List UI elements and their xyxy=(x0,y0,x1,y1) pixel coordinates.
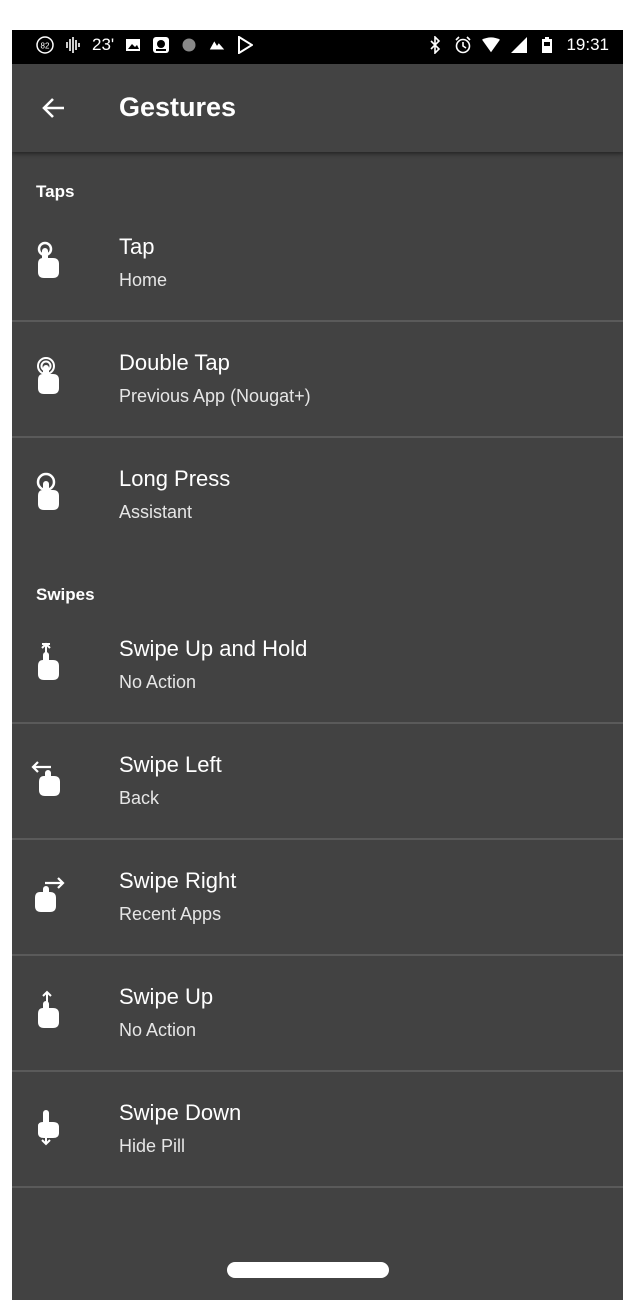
image-icon xyxy=(124,35,142,55)
gesture-item-swipe-up[interactable]: Swipe Up No Action xyxy=(12,956,623,1070)
phone-screen: 82 23' 19:31 Gestures Taps Tap Home Doub… xyxy=(12,30,623,1300)
tap-gesture-icon xyxy=(26,238,70,282)
gesture-action: No Action xyxy=(119,672,197,692)
section-header-swipes: Swipes xyxy=(36,585,95,604)
alarm-icon xyxy=(454,35,472,55)
app-icon xyxy=(152,35,170,55)
gesture-action: No Action xyxy=(119,1020,197,1040)
gesture-title: Swipe Right xyxy=(119,868,237,893)
gesture-item-swipe-left[interactable]: Swipe Left Back xyxy=(12,724,623,838)
status-bar: 82 23' 19:31 xyxy=(12,30,623,64)
arrow-back-icon xyxy=(42,98,64,118)
gesture-title: Tap xyxy=(119,234,155,259)
swipe-right-gesture-icon xyxy=(26,872,70,916)
swipe-up-gesture-icon xyxy=(26,988,70,1032)
double-tap-gesture-icon xyxy=(26,354,70,398)
gesture-item-double-tap[interactable]: Double Tap Previous App (Nougat+) xyxy=(12,322,623,436)
signal-icon xyxy=(510,35,528,55)
notification-count: 82 xyxy=(41,42,50,51)
gesture-action: Hide Pill xyxy=(119,1136,186,1156)
gesture-action: Assistant xyxy=(119,502,193,522)
gesture-title: Long Press xyxy=(119,466,231,491)
cloud-icon xyxy=(208,35,226,55)
gesture-action: Home xyxy=(119,270,168,290)
bluetooth-icon xyxy=(426,35,444,55)
gesture-item-long-press[interactable]: Long Press Assistant xyxy=(12,438,623,552)
notification-count-icon: 82 xyxy=(36,35,54,55)
gesture-action: Previous App (Nougat+) xyxy=(119,386,311,406)
temperature-text: 23' xyxy=(92,35,115,54)
gesture-title: Swipe Left xyxy=(119,752,222,777)
gesture-item-tap[interactable]: Tap Home xyxy=(12,206,623,320)
status-bar-left: 82 23' xyxy=(36,35,254,55)
swipe-up-hold-gesture-icon xyxy=(26,640,70,684)
swipe-left-gesture-icon xyxy=(26,756,70,800)
play-store-icon xyxy=(236,35,254,55)
gesture-action: Recent Apps xyxy=(119,904,222,924)
gesture-title: Double Tap xyxy=(119,350,230,375)
gesture-item-swipe-right[interactable]: Swipe Right Recent Apps xyxy=(12,840,623,954)
section-header-taps: Taps xyxy=(36,182,75,201)
app-bar: Gestures xyxy=(12,64,623,152)
page-title: Gestures xyxy=(119,92,237,122)
battery-icon xyxy=(538,35,556,55)
swipe-down-gesture-icon xyxy=(26,1104,70,1148)
long-press-gesture-icon xyxy=(26,470,70,514)
home-pill[interactable] xyxy=(227,1262,389,1278)
circle-icon xyxy=(180,35,198,55)
gesture-item-swipe-down[interactable]: Swipe Down Hide Pill xyxy=(12,1072,623,1186)
gesture-action: Back xyxy=(119,788,160,808)
gesture-title: Swipe Down xyxy=(119,1100,242,1125)
clock-time: 19:31 xyxy=(566,35,609,54)
audio-wave-icon xyxy=(64,35,82,55)
wifi-icon xyxy=(482,35,501,55)
status-bar-right: 19:31 xyxy=(426,35,609,55)
gesture-title: Swipe Up and Hold xyxy=(119,636,308,661)
divider xyxy=(12,1186,623,1188)
gesture-item-swipe-up-and-hold[interactable]: Swipe Up and Hold No Action xyxy=(12,608,623,722)
gesture-title: Swipe Up xyxy=(119,984,214,1009)
back-button[interactable] xyxy=(32,86,76,130)
